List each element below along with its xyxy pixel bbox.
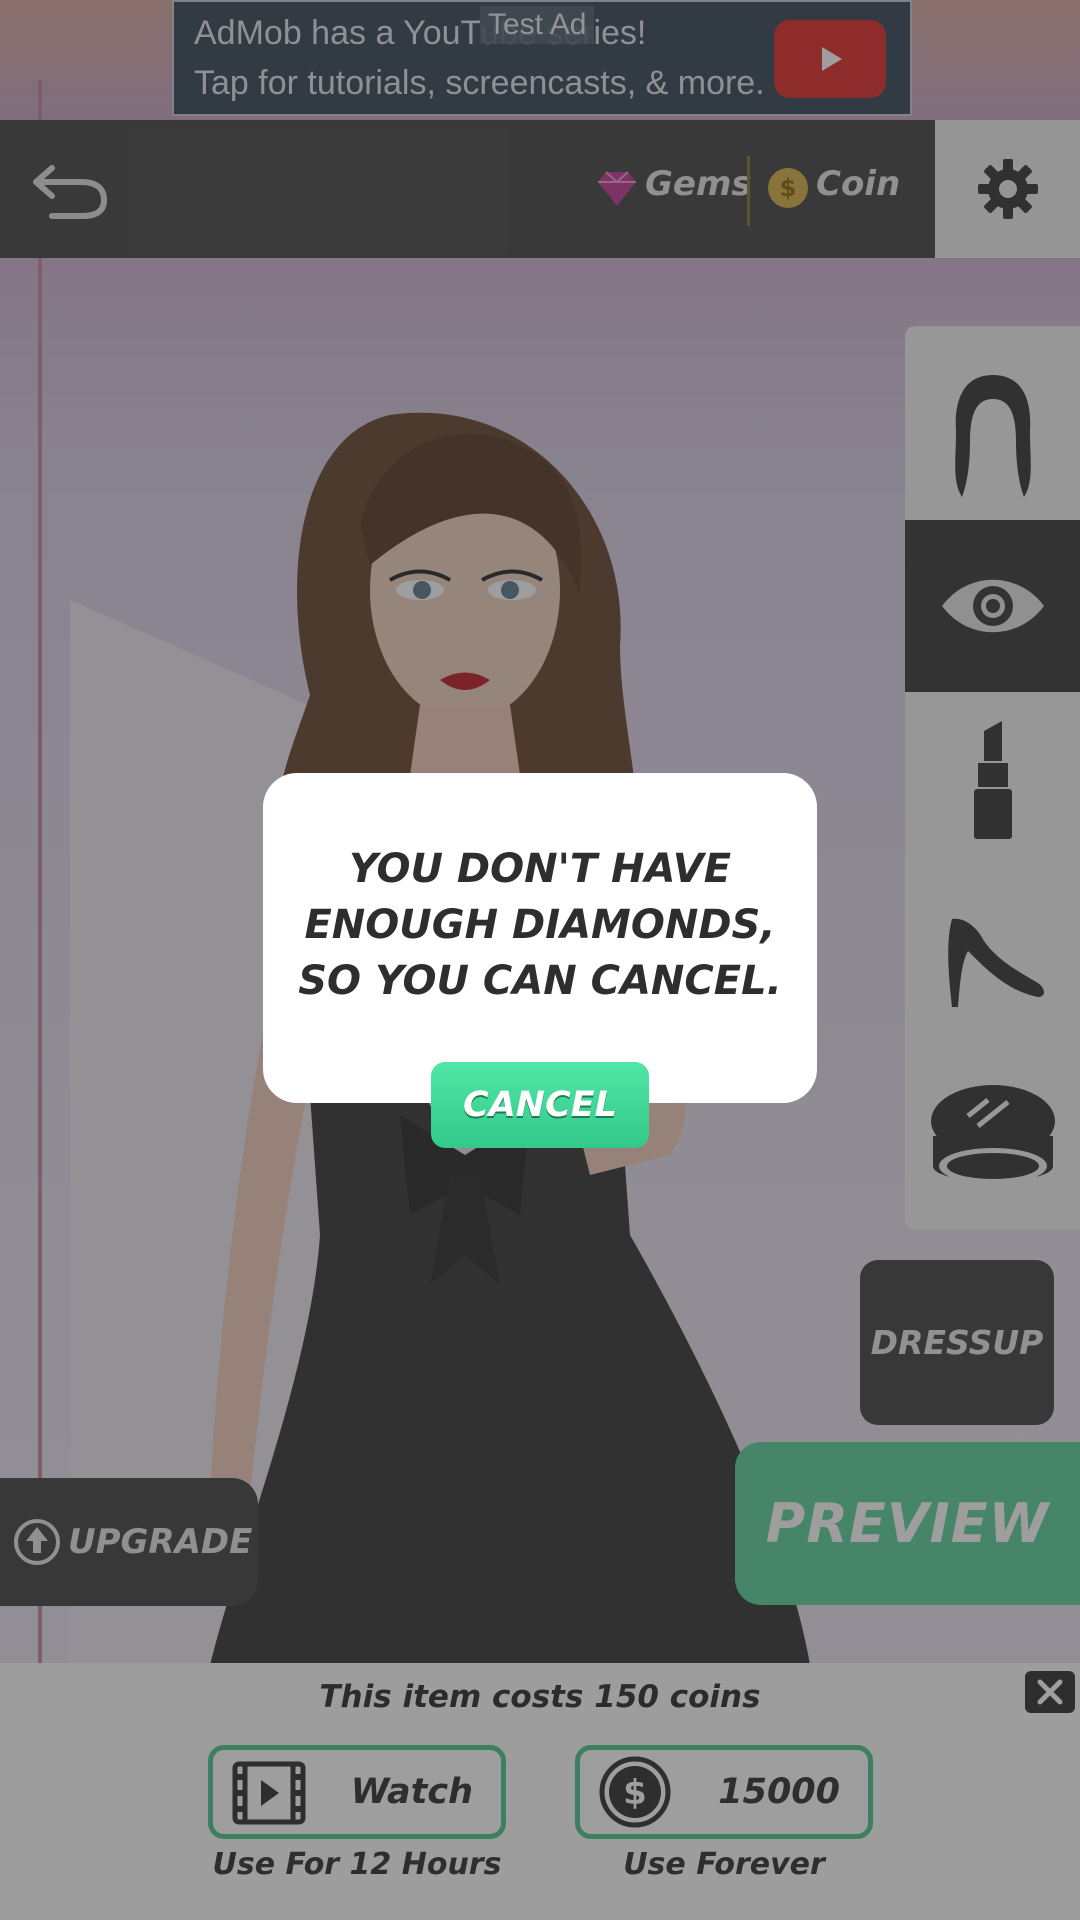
cancel-button[interactable]: CANCEL [431, 1062, 649, 1148]
insufficient-diamonds-dialog: YOU DON'T HAVE ENOUGH DIAMONDS, SO YOU C… [263, 773, 817, 1103]
game-background: AdMob has a YouTube series! Tap for tuto… [0, 0, 1080, 1920]
purchase-dim-overlay [0, 1663, 1080, 1920]
purchase-panel: This item costs 150 coins Watch $ 15000 [0, 1663, 1080, 1920]
dialog-message: YOU DON'T HAVE ENOUGH DIAMONDS, SO YOU C… [298, 846, 782, 1004]
